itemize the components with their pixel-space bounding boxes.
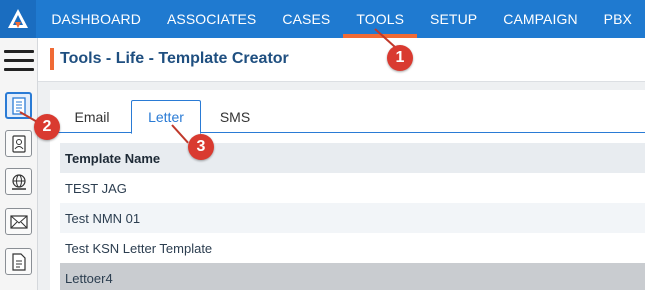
table-row[interactable]: Lettoer4	[60, 263, 645, 290]
address-book-icon[interactable]	[5, 130, 32, 157]
callout-badge-3: 3	[188, 134, 214, 160]
nav-associates[interactable]: ASSOCIATES	[154, 0, 269, 38]
nav-campaign[interactable]: CAMPAIGN	[490, 0, 590, 38]
tab-letter[interactable]: Letter	[131, 100, 201, 134]
app-logo-icon[interactable]	[0, 0, 37, 38]
tab-email[interactable]: Email	[62, 100, 122, 133]
table-row[interactable]: Test KSN Letter Template	[60, 233, 645, 263]
page-header: Tools - Life - Template Creator	[38, 38, 645, 82]
nav-setup[interactable]: SETUP	[417, 0, 490, 38]
nav-dashboard[interactable]: DASHBOARD	[38, 0, 154, 38]
table-row[interactable]: Test NMN 01	[60, 203, 645, 233]
top-navigation-bar: DASHBOARD ASSOCIATES CASES TOOLS SETUP C…	[0, 0, 645, 38]
mail-icon[interactable]	[5, 208, 32, 235]
template-table: Template Name TEST JAG Test NMN 01 Test …	[60, 143, 645, 290]
title-accent-bar	[50, 48, 54, 70]
table-row[interactable]: TEST JAG	[60, 173, 645, 203]
column-header-template-name[interactable]: Template Name	[60, 143, 645, 173]
callout-badge-2: 2	[34, 114, 60, 140]
nav-pbx[interactable]: PBX	[591, 0, 645, 38]
page-title: Tools - Life - Template Creator	[60, 50, 289, 67]
template-tabs: Email Letter SMS	[50, 100, 645, 134]
web-icon[interactable]	[5, 168, 32, 195]
left-sidebar	[0, 38, 38, 290]
tab-sms[interactable]: SMS	[210, 100, 260, 133]
callout-badge-1: 1	[387, 45, 413, 71]
menu-icon[interactable]	[4, 50, 34, 71]
document-export-icon[interactable]	[5, 248, 32, 275]
nav-cases[interactable]: CASES	[269, 0, 343, 38]
template-panel: Email Letter SMS Template Name TEST JAG …	[50, 90, 645, 290]
